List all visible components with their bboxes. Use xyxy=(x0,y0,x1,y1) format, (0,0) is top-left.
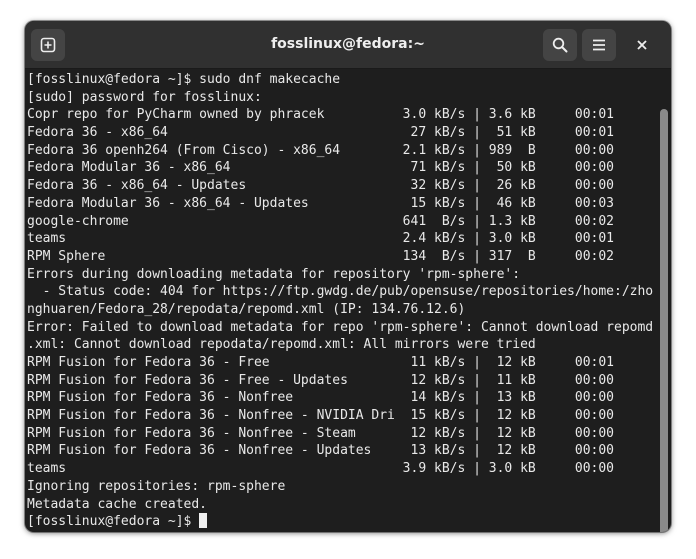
terminal-line: Ignoring repositories: rpm-sphere xyxy=(27,478,286,494)
terminal-output[interactable]: [fosslinux@fedora ~]$ sudo dnf makecache… xyxy=(25,69,657,532)
terminal-line: RPM Fusion for Fedora 36 - Free - Update… xyxy=(27,372,614,388)
terminal-line: Error: Failed to download metadata for r… xyxy=(27,319,654,335)
terminal-line: [fosslinux@fedora ~]$ sudo dnf makecache xyxy=(27,72,341,87)
terminal-line: RPM Fusion for Fedora 36 - Nonfree 14 kB… xyxy=(27,390,614,406)
terminal-line: RPM Sphere 134 B/s | 317 B 00:02 xyxy=(27,248,614,264)
terminal-line: nghuaren/Fedora_28/repodata/repomd.xml (… xyxy=(27,301,466,317)
terminal-line: Fedora Modular 36 - x86_64 71 kB/s | 50 … xyxy=(27,160,614,176)
terminal-line: .xml: Cannot download repodata/repomd.xm… xyxy=(27,337,536,353)
header-bar: fosslinux@fedora:~ xyxy=(25,21,671,69)
terminal-line: Metadata cache created. xyxy=(27,496,208,512)
terminal-line: RPM Fusion for Fedora 36 - Nonfree - Upd… xyxy=(27,443,614,459)
prompt-line[interactable]: [fosslinux@fedora ~]$ xyxy=(27,513,657,531)
scrollbar[interactable] xyxy=(657,69,671,532)
terminal-line: RPM Fusion for Fedora 36 - Free 11 kB/s … xyxy=(27,355,614,370)
text-cursor xyxy=(199,513,208,529)
scrollbar-thumb[interactable] xyxy=(660,109,668,532)
new-tab-button[interactable] xyxy=(31,29,65,61)
terminal-line: Fedora 36 - x86_64 27 kB/s | 51 kB 00:01 xyxy=(27,125,614,141)
terminal-line: Fedora 36 - x86_64 - Updates 32 kB/s | 2… xyxy=(27,178,614,194)
menu-button[interactable] xyxy=(582,29,616,61)
terminal-line: teams 2.4 kB/s | 3.0 kB 00:01 xyxy=(27,231,614,247)
terminal-line: teams 3.9 kB/s | 3.0 kB 00:00 xyxy=(27,461,614,477)
hamburger-menu-icon xyxy=(593,39,605,51)
terminal-line: Errors during downloading metadata for r… xyxy=(27,266,521,282)
window-title: fosslinux@fedora:~ xyxy=(271,36,425,52)
terminal-line: RPM Fusion for Fedora 36 - Nonfree - NVI… xyxy=(27,408,614,424)
terminal-line: Copr repo for PyCharm owned by phracek 3… xyxy=(27,107,614,123)
terminal-window: fosslinux@fedora:~ [fosslinux@fedora ~]$… xyxy=(25,21,671,532)
shell-prompt: [fosslinux@fedora ~]$ xyxy=(27,514,200,530)
close-button[interactable] xyxy=(630,33,654,57)
search-icon xyxy=(552,37,568,53)
terminal-line: Fedora Modular 36 - x86_64 - Updates 15 … xyxy=(27,195,614,211)
search-button[interactable] xyxy=(543,29,577,61)
terminal-line: [sudo] password for fosslinux: xyxy=(27,89,262,105)
terminal-line: Fedora 36 openh264 (From Cisco) - x86_64… xyxy=(27,142,614,158)
terminal-line: RPM Fusion for Fedora 36 - Nonfree - Ste… xyxy=(27,425,614,441)
terminal-line: - Status code: 404 for https://ftp.gwdg.… xyxy=(27,284,654,300)
close-icon xyxy=(637,40,647,50)
new-tab-icon xyxy=(40,37,56,53)
terminal-line: google-chrome 641 B/s | 1.3 kB 00:02 xyxy=(27,213,614,229)
